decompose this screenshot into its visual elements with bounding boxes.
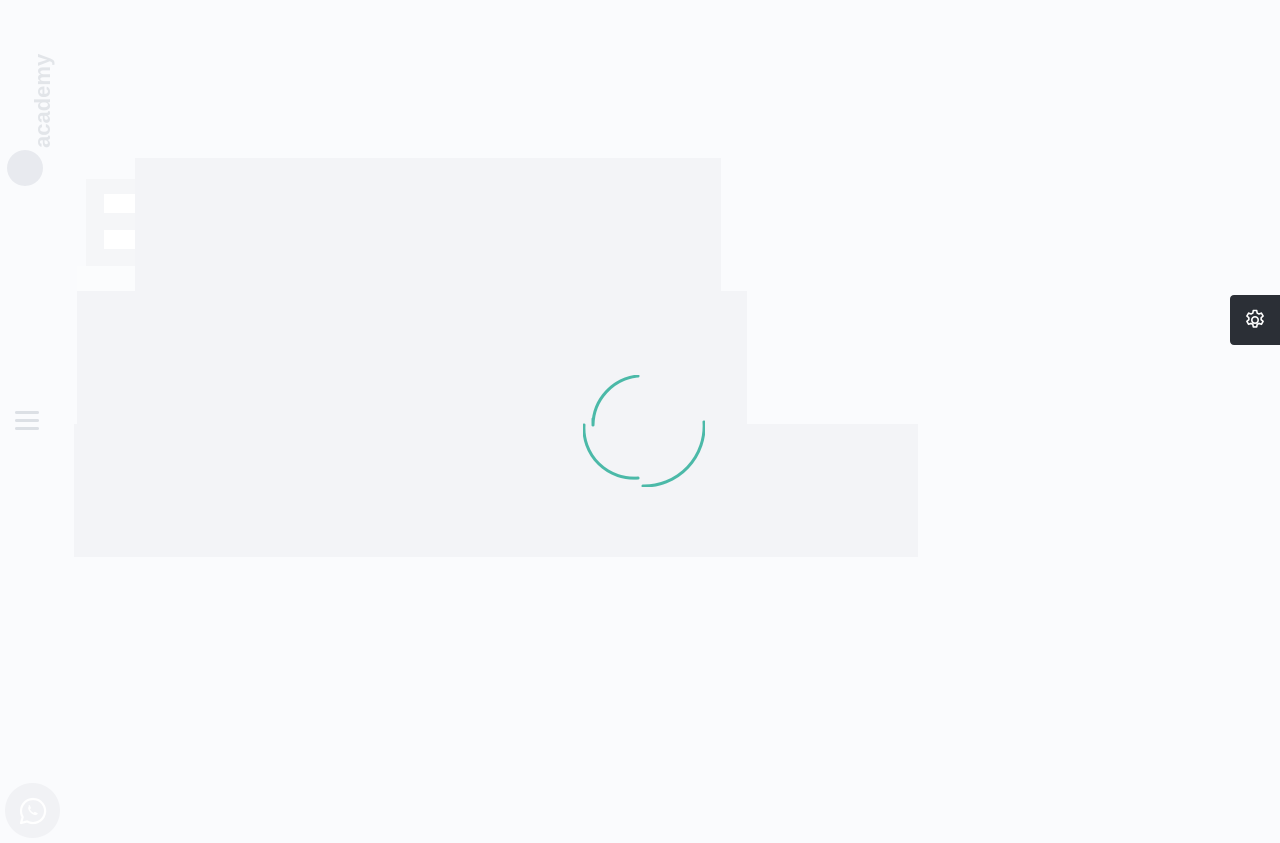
- page: academy: [0, 0, 1280, 843]
- content-placeholder: [135, 158, 721, 291]
- content-placeholder: [104, 230, 135, 249]
- content-placeholder: [74, 424, 918, 557]
- content-placeholder: [104, 194, 135, 213]
- gear-icon: [1246, 309, 1264, 328]
- whatsapp-icon: [19, 797, 46, 824]
- brand-logo-icon: [7, 150, 43, 186]
- loading-spinner-icon: [582, 374, 706, 488]
- hamburger-menu-icon[interactable]: [15, 411, 39, 431]
- sidebar: academy: [0, 0, 55, 843]
- settings-button[interactable]: [1230, 295, 1280, 345]
- content-placeholder: [77, 266, 135, 291]
- brand-name: academy: [30, 53, 55, 148]
- content-placeholder: [86, 179, 135, 266]
- brand-logo[interactable]: academy: [4, 30, 55, 190]
- whatsapp-chat-button[interactable]: [5, 783, 60, 838]
